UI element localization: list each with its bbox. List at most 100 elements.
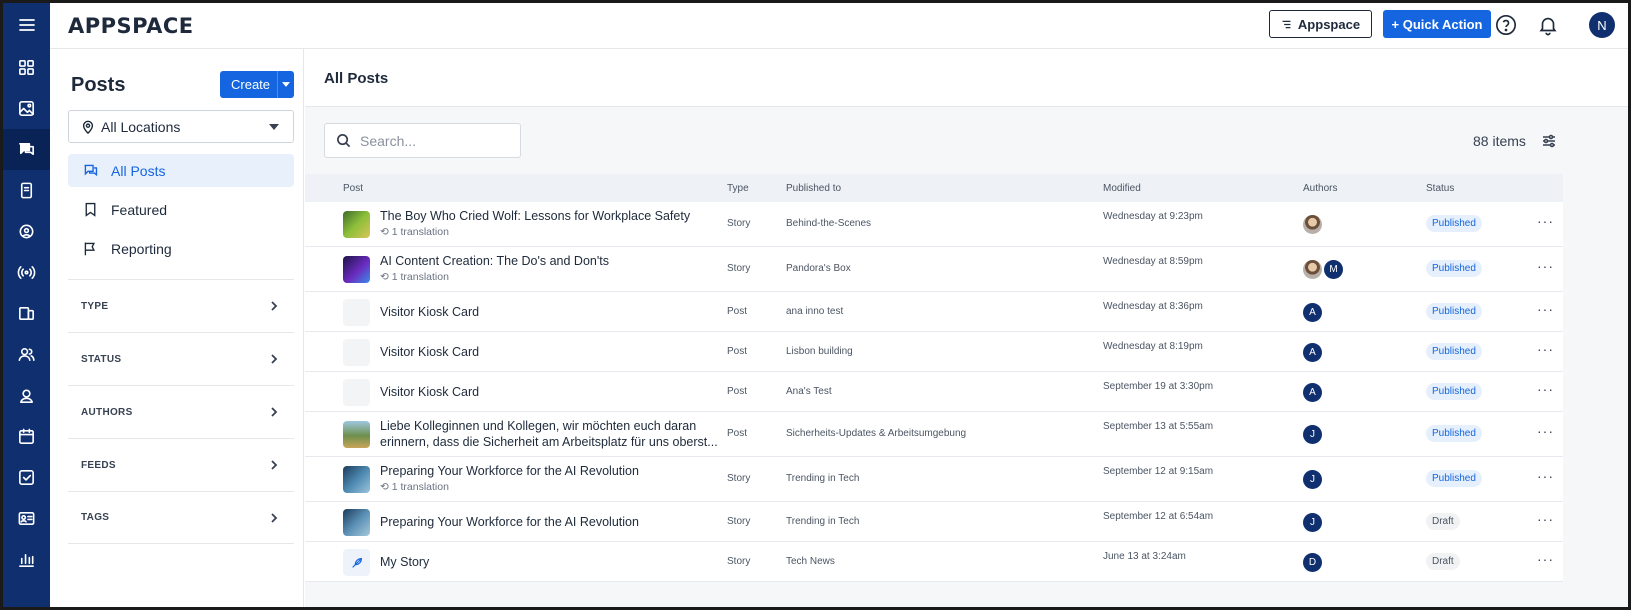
page-title: All Posts bbox=[324, 70, 389, 87]
more-icon[interactable]: ··· bbox=[1537, 301, 1554, 317]
col-post[interactable]: Post bbox=[343, 183, 363, 194]
status-badge: Draft bbox=[1426, 553, 1460, 570]
filter-type[interactable]: TYPE bbox=[68, 279, 294, 332]
post-thumbnail bbox=[343, 211, 370, 238]
authors: J bbox=[1303, 470, 1322, 489]
avatar: J bbox=[1303, 425, 1322, 444]
post-title[interactable]: My Story bbox=[380, 554, 720, 570]
screens-icon[interactable] bbox=[3, 293, 50, 334]
avatar bbox=[1303, 215, 1322, 234]
filter-label: TAGS bbox=[81, 512, 110, 523]
nav-reporting[interactable]: Reporting bbox=[68, 232, 294, 265]
nav-all-posts[interactable]: All Posts bbox=[68, 154, 294, 187]
chevron-right-icon bbox=[271, 354, 278, 364]
nav-label: Reporting bbox=[111, 240, 172, 257]
col-authors[interactable]: Authors bbox=[1303, 183, 1337, 194]
post-thumbnail bbox=[343, 421, 370, 448]
post-thumbnail bbox=[343, 549, 370, 576]
authors: M bbox=[1303, 260, 1343, 279]
table-row[interactable]: Visitor Kiosk Card Post ana inno test We… bbox=[305, 292, 1563, 332]
post-title[interactable]: AI Content Creation: The Do's and Don'ts bbox=[380, 253, 720, 269]
location-select[interactable]: All Locations bbox=[68, 110, 294, 143]
appspace-button[interactable]: Appspace bbox=[1269, 10, 1372, 38]
status-badge: Published bbox=[1426, 303, 1482, 320]
more-icon[interactable]: ··· bbox=[1537, 551, 1554, 567]
filter-authors[interactable]: AUTHORS bbox=[68, 385, 294, 438]
broadcast-icon[interactable] bbox=[3, 252, 50, 293]
chat-icon[interactable] bbox=[3, 129, 50, 170]
id-card-icon[interactable] bbox=[3, 498, 50, 539]
user-avatar[interactable]: N bbox=[1589, 12, 1615, 38]
filter-tags[interactable]: TAGS bbox=[68, 491, 294, 544]
post-title[interactable]: Preparing Your Workforce for the AI Revo… bbox=[380, 463, 720, 479]
chevron-down-icon[interactable] bbox=[277, 71, 294, 98]
help-icon[interactable] bbox=[1494, 13, 1518, 37]
users-icon[interactable] bbox=[3, 334, 50, 375]
published-to: ana inno test bbox=[786, 306, 844, 317]
more-icon[interactable]: ··· bbox=[1537, 258, 1554, 274]
nav-label: All Posts bbox=[111, 162, 166, 179]
published-to: Behind-the-Scenes bbox=[786, 218, 872, 229]
table-row[interactable]: The Boy Who Cried Wolf: Lessons for Work… bbox=[305, 202, 1563, 247]
authors: A bbox=[1303, 303, 1322, 322]
table-row[interactable]: Preparing Your Workforce for the AI Revo… bbox=[305, 457, 1563, 502]
bell-icon[interactable] bbox=[1536, 13, 1560, 37]
status-badge: Published bbox=[1426, 343, 1482, 360]
table-row[interactable]: Visitor Kiosk Card Post Lisbon building … bbox=[305, 332, 1563, 372]
nav-featured[interactable]: Featured bbox=[68, 193, 294, 226]
map-pin-icon bbox=[82, 120, 94, 134]
feather-icon bbox=[351, 557, 362, 568]
top-bar: APPSPACE Appspace + Quick Action N bbox=[50, 3, 1628, 49]
filter-feeds[interactable]: FEEDS bbox=[68, 438, 294, 491]
support-icon[interactable] bbox=[3, 211, 50, 252]
table-row[interactable]: Preparing Your Workforce for the AI Revo… bbox=[305, 502, 1563, 542]
location-icon[interactable] bbox=[3, 375, 50, 416]
dashboard-icon[interactable] bbox=[3, 47, 50, 88]
published-to: Lisbon building bbox=[786, 346, 853, 357]
table-row[interactable]: Liebe Kolleginnen und Kollegen, wir möch… bbox=[305, 412, 1563, 457]
search-box[interactable] bbox=[324, 123, 521, 158]
more-icon[interactable]: ··· bbox=[1537, 468, 1554, 484]
calendar-icon[interactable] bbox=[3, 416, 50, 457]
published-to: Pandora's Box bbox=[786, 263, 851, 274]
filter-status[interactable]: STATUS bbox=[68, 332, 294, 385]
tasks-icon[interactable] bbox=[3, 457, 50, 498]
more-icon[interactable]: ··· bbox=[1537, 213, 1554, 229]
quick-action-button[interactable]: + Quick Action bbox=[1383, 10, 1491, 38]
translation-label: ⟲ 1 translation bbox=[380, 226, 449, 238]
authors: D bbox=[1303, 553, 1322, 572]
more-icon[interactable]: ··· bbox=[1537, 423, 1554, 439]
menu-icon[interactable] bbox=[3, 3, 50, 47]
col-type[interactable]: Type bbox=[727, 183, 749, 194]
create-button[interactable]: Create bbox=[220, 71, 294, 98]
more-icon[interactable]: ··· bbox=[1537, 381, 1554, 397]
post-title[interactable]: Liebe Kolleginnen und Kollegen, wir möch… bbox=[380, 418, 720, 450]
analytics-icon[interactable] bbox=[3, 539, 50, 580]
post-title[interactable]: Visitor Kiosk Card bbox=[380, 384, 720, 400]
device-icon[interactable] bbox=[3, 170, 50, 211]
table-row[interactable]: AI Content Creation: The Do's and Don'ts… bbox=[305, 247, 1563, 292]
post-title[interactable]: Visitor Kiosk Card bbox=[380, 344, 720, 360]
more-icon[interactable]: ··· bbox=[1537, 511, 1554, 527]
table-row[interactable]: My Story Story Tech News June 13 at 3:24… bbox=[305, 542, 1563, 582]
post-title[interactable]: Preparing Your Workforce for the AI Revo… bbox=[380, 514, 720, 530]
post-thumbnail bbox=[343, 299, 370, 326]
col-status[interactable]: Status bbox=[1426, 183, 1454, 194]
search-input[interactable] bbox=[360, 132, 510, 149]
more-icon[interactable]: ··· bbox=[1537, 341, 1554, 357]
table-row[interactable]: Visitor Kiosk Card Post Ana's Test Septe… bbox=[305, 372, 1563, 412]
appspace-logo[interactable]: APPSPACE bbox=[68, 14, 194, 38]
post-thumbnail bbox=[343, 509, 370, 536]
filter-label: FEEDS bbox=[81, 459, 116, 471]
published-to: Sicherheits-Updates & Arbeitsumgebung bbox=[786, 428, 967, 439]
image-icon[interactable] bbox=[3, 88, 50, 129]
published-to: Ana's Test bbox=[786, 386, 832, 397]
post-title[interactable]: Visitor Kiosk Card bbox=[380, 304, 720, 320]
modified-date: September 19 at 3:30pm bbox=[1103, 381, 1214, 392]
col-published-to[interactable]: Published to bbox=[786, 183, 841, 194]
sidebar-title: Posts bbox=[71, 74, 126, 96]
view-settings-icon[interactable] bbox=[1541, 133, 1557, 149]
col-modified[interactable]: Modified bbox=[1103, 183, 1141, 194]
translation-label: ⟲ 1 translation bbox=[380, 271, 449, 283]
post-title[interactable]: The Boy Who Cried Wolf: Lessons for Work… bbox=[380, 208, 720, 224]
